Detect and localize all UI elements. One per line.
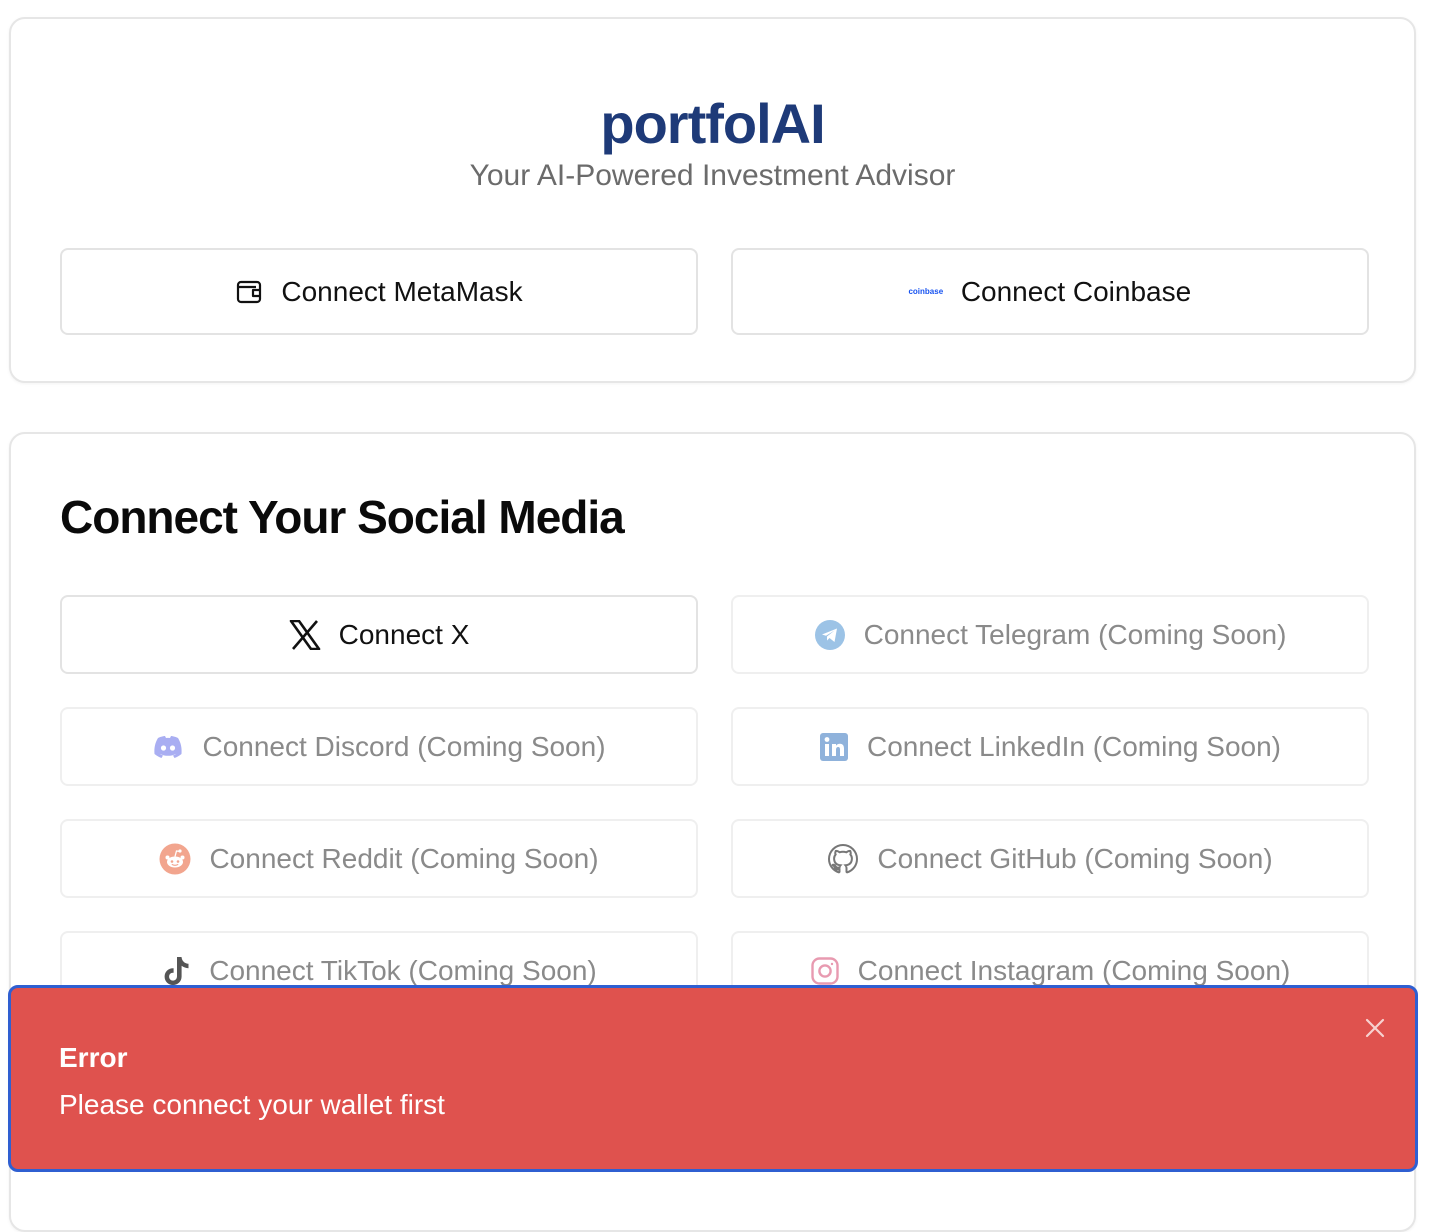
- connect-telegram-button[interactable]: Connect Telegram (Coming Soon): [731, 595, 1369, 674]
- instagram-icon: [810, 956, 840, 986]
- app-logo-title: portfolAI: [600, 92, 825, 155]
- connect-github-button[interactable]: Connect GitHub (Coming Soon): [731, 819, 1369, 898]
- toast-message: Please connect your wallet first: [59, 1089, 445, 1120]
- wallet-icon: [235, 278, 263, 306]
- connect-reddit-button[interactable]: Connect Reddit (Coming Soon): [60, 819, 698, 898]
- connect-tiktok-label: Connect TikTok (Coming Soon): [209, 954, 597, 986]
- connect-github-label: Connect GitHub (Coming Soon): [877, 842, 1273, 874]
- error-toast: Error Please connect your wallet first: [8, 985, 1418, 1172]
- reddit-icon: [159, 843, 191, 875]
- discord-icon: [152, 734, 184, 760]
- connect-x-button[interactable]: Connect X: [60, 595, 698, 674]
- connect-instagram-label: Connect Instagram (Coming Soon): [857, 954, 1291, 986]
- linkedin-icon: [819, 732, 849, 762]
- connect-x-label: Connect X: [338, 618, 470, 650]
- github-icon: [827, 843, 859, 875]
- connect-linkedin-button[interactable]: Connect LinkedIn (Coming Soon): [731, 707, 1369, 786]
- tiktok-icon: [161, 955, 191, 987]
- connect-metamask-button[interactable]: Connect MetaMask: [60, 248, 698, 335]
- toast-title: Error: [59, 1042, 128, 1073]
- coinbase-logo-icon: coinbase: [908, 287, 944, 296]
- connect-metamask-label: Connect MetaMask: [281, 275, 523, 307]
- connect-telegram-label: Connect Telegram (Coming Soon): [863, 618, 1287, 650]
- close-icon[interactable]: [1363, 1016, 1387, 1040]
- wallet-card: portfolAI Your AI-Powered Investment Adv…: [9, 17, 1416, 383]
- connect-reddit-label: Connect Reddit (Coming Soon): [209, 842, 599, 874]
- connect-coinbase-button[interactable]: coinbase Connect Coinbase: [731, 248, 1369, 335]
- connect-discord-label: Connect Discord (Coming Soon): [202, 730, 606, 762]
- telegram-icon: [814, 619, 846, 651]
- connect-linkedin-label: Connect LinkedIn (Coming Soon): [866, 730, 1281, 762]
- social-section-title: Connect Your Social Media: [60, 491, 625, 543]
- x-logo-icon: [289, 619, 321, 650]
- connect-discord-button[interactable]: Connect Discord (Coming Soon): [60, 707, 698, 786]
- connect-coinbase-label: Connect Coinbase: [960, 275, 1192, 307]
- app-tagline: Your AI-Powered Investment Advisor: [469, 159, 956, 192]
